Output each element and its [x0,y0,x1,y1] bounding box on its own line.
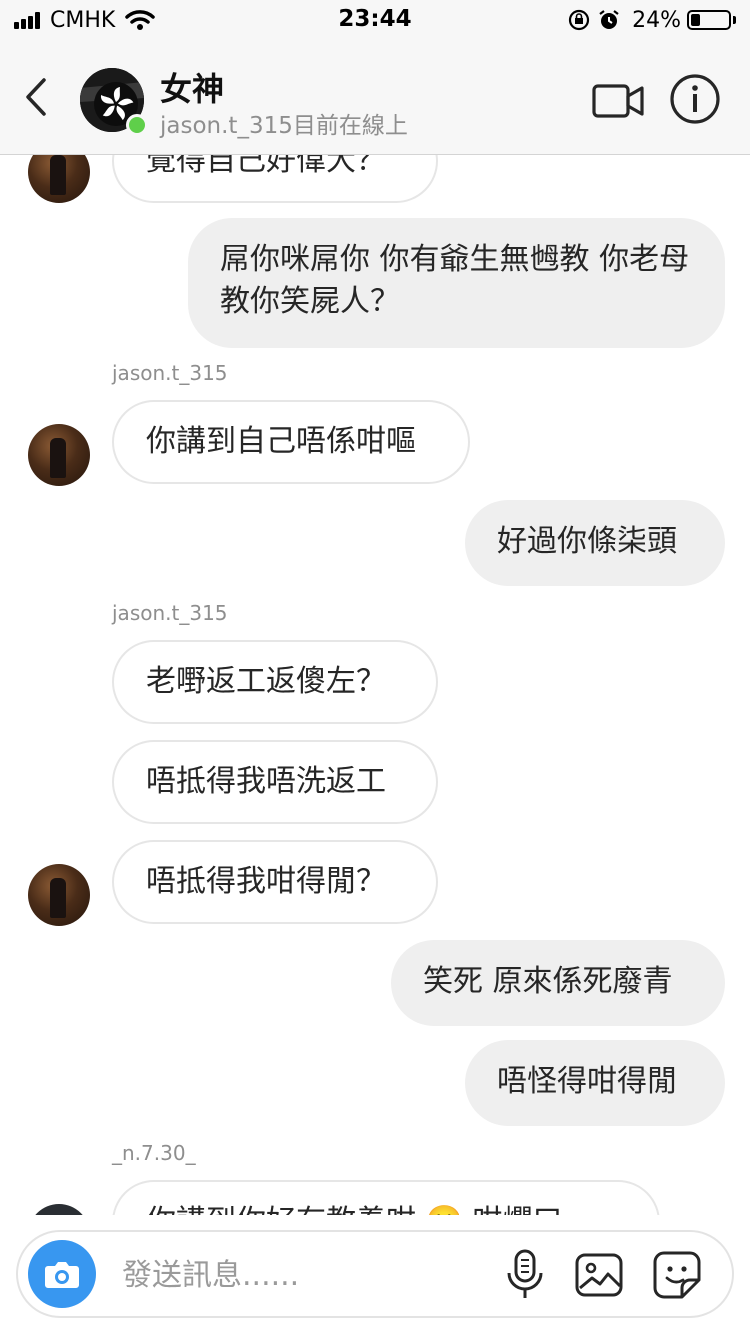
sender-name: jason.t_315 [112,361,228,385]
outgoing-message[interactable]: 唔怪得咁得閒 [465,1040,725,1126]
outgoing-message[interactable]: 笑死 原來係死廢青 [391,940,725,1026]
sender-name: _n.7.30_ [112,1141,196,1165]
outgoing-message[interactable]: 好過你條柒頭 [465,500,725,586]
video-call-button[interactable] [590,76,646,124]
camera-icon [45,1262,79,1288]
online-status-dot [126,114,148,136]
avatar[interactable] [28,424,90,486]
incoming-message[interactable]: 老嘢返工返傻左？ [112,640,438,724]
incoming-message[interactable]: 你講到自己唔係咁嘔 [112,400,470,484]
incoming-message[interactable]: 唔抵得我唔洗返工 [112,740,438,824]
avatar[interactable] [28,1204,90,1215]
battery-icon [687,10,731,30]
chat-title[interactable]: 女神 [160,64,224,110]
alarm-icon [599,10,619,29]
message-composer: 發送訊息...... [16,1230,734,1318]
gallery-button[interactable] [574,1250,624,1300]
status-bar: CMHK 23:44 24% [0,0,750,40]
camera-button[interactable] [28,1240,96,1308]
sender-name: jason.t_315 [112,601,228,625]
microphone-button[interactable] [504,1248,546,1302]
orientation-lock-icon [568,9,590,31]
incoming-message[interactable]: 你講到你好有教養咁 🙂 咁爛口 [112,1180,660,1215]
incoming-message[interactable]: 唔抵得我咁得閒？ [112,840,438,924]
active-status: jason.t_315目前在線上 [160,113,408,139]
info-button[interactable] [668,72,722,126]
outgoing-message[interactable]: 屌你咪屌你 你有爺生無乸教 你老母教你笑屍人？ [188,218,725,348]
incoming-message[interactable]: 覺得自己好偉大？ [112,155,438,203]
battery-percent: 24% [632,7,681,33]
back-button[interactable] [18,72,58,122]
avatar[interactable] [28,864,90,926]
chat-header: 女神 jason.t_315目前在線上 [0,40,750,155]
message-input[interactable]: 發送訊息...... [122,1250,299,1294]
message-thread[interactable]: 覺得自己好偉大？ 屌你咪屌你 你有爺生無乸教 你老母教你笑屍人？ jason.t… [0,155,750,1215]
avatar[interactable] [80,68,148,136]
sticker-button[interactable] [652,1250,702,1300]
avatar[interactable] [28,155,90,203]
